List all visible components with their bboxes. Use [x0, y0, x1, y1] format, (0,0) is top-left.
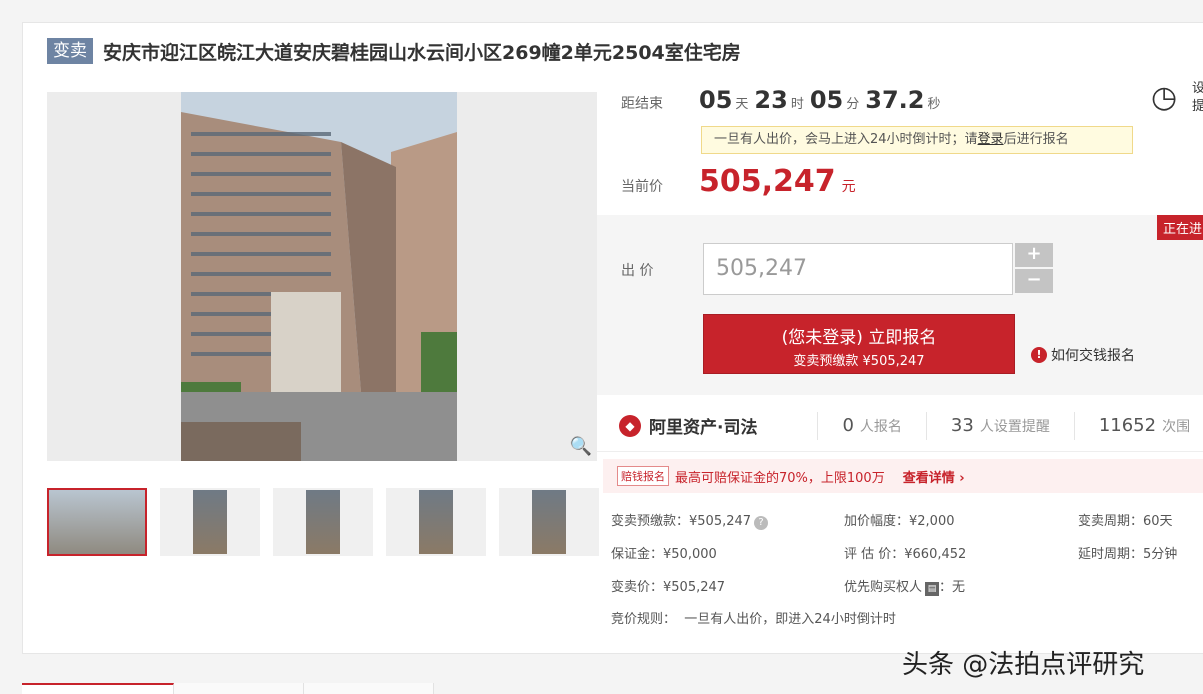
decrease-bid-button[interactable]: − — [1015, 269, 1053, 293]
countdown-days: 05 — [699, 86, 733, 114]
signup-button[interactable]: (您未登录) 立即报名 变卖预缴款 ¥505,247 — [703, 314, 1015, 374]
countdown-hours: 23 — [754, 86, 788, 114]
countdown-label: 距结束 — [621, 96, 663, 112]
thumbnail[interactable] — [386, 488, 486, 556]
current-price-unit: 元 — [841, 179, 856, 195]
listing-header: 变卖 安庆市迎江区皖江大道安庆碧桂园山水云间小区269幢2单元2504室住宅房 — [47, 36, 741, 66]
countdown-minutes: 05 — [809, 86, 844, 114]
ali-judicial-logo: ◆ 阿里资产·司法 — [619, 413, 757, 438]
signup-button-label: (您未登录) 立即报名 — [781, 328, 937, 348]
countdown: 距结束 05 天 23 时 05 分 37.2 秒 — [621, 86, 941, 114]
help-icon[interactable]: ? — [754, 516, 769, 530]
thumbnail[interactable] — [160, 488, 260, 556]
delay-period: 延时周期：5分钟 — [1078, 547, 1178, 562]
preemption: 优先购买权人 ▤ ：无 — [844, 580, 966, 596]
thumbnail-strip — [47, 488, 599, 556]
bid-label: 出 价 — [621, 263, 654, 279]
stats-row: ◆ 阿里资产·司法 0 人报名 33 人设置提醒 11652 次围 — [597, 400, 1203, 452]
reminder-label[interactable]: 设提 — [1192, 80, 1203, 116]
magnifier-icon[interactable]: 🔍 — [569, 435, 593, 459]
registrations-stat: 0 人报名 — [842, 415, 902, 436]
thumbnail[interactable] — [499, 488, 599, 556]
countdown-seconds: 37.2 — [865, 86, 925, 114]
bid-panel: 正在进 出 价 505,247 + − (您未登录) 立即报名 变卖预缴款 ¥5… — [597, 215, 1203, 395]
how-to-pay-link[interactable]: ! 如何交钱报名 — [1031, 345, 1135, 365]
status-badge: 正在进 — [1157, 215, 1203, 240]
bidding-rules: 竞价规则： 一旦有人出价，即进入24小时倒计时 — [611, 612, 896, 627]
views-stat: 11652 次围 — [1098, 415, 1191, 436]
guarantee: 保证金：¥50,000 — [611, 547, 717, 562]
login-link[interactable]: 登录 — [978, 132, 1004, 147]
sale-type-tag: 变卖 — [47, 38, 93, 64]
current-price-label: 当前价 — [621, 179, 663, 195]
document-icon[interactable]: ▤ — [925, 582, 940, 596]
alarm-clock-icon[interactable]: ◷ — [1151, 80, 1177, 115]
increment: 加价幅度：¥2,000 — [844, 514, 955, 529]
reminders-stat: 33 人设置提醒 — [950, 415, 1050, 436]
compensation-promo: 赔钱报名 最高可赔保证金的70%，上限100万 查看详情 › — [603, 459, 1203, 493]
current-price-value: 505,247 — [699, 164, 836, 199]
appraisal: 评 估 价：¥660,452 — [844, 547, 967, 562]
ali-logo-icon: ◆ — [619, 414, 641, 437]
bottom-tab[interactable] — [304, 683, 434, 694]
increase-bid-button[interactable]: + — [1015, 243, 1053, 267]
promo-details-link[interactable]: 查看详情 › — [903, 467, 965, 486]
thumbnail[interactable] — [273, 488, 373, 556]
main-photo-viewer[interactable]: 🔍 — [47, 92, 597, 461]
deposit-prepay: 变卖预缴款：¥505,247? — [611, 510, 769, 530]
bottom-tab[interactable] — [22, 683, 174, 694]
promo-text: 最高可赔保证金的70%，上限100万 — [675, 470, 885, 486]
sale-price: 变卖价：¥505,247 — [611, 580, 726, 595]
current-price: 当前价 505,247 元 — [621, 164, 856, 199]
building-illustration — [181, 92, 457, 461]
bottom-tab-bar — [22, 683, 1202, 694]
bid-notice: 一旦有人出价，会马上进入24小时倒计时；请登录后进行报名 — [701, 126, 1133, 154]
bid-amount-input[interactable]: 505,247 — [703, 243, 1013, 295]
building-photo — [181, 92, 457, 461]
info-icon: ! — [1031, 347, 1047, 363]
watermark: 头条 @法拍点评研究 — [902, 650, 1145, 680]
signup-button-deposit: 变卖预缴款 ¥505,247 — [793, 354, 925, 369]
sale-period: 变卖周期：60天 — [1078, 514, 1173, 529]
thumbnail[interactable] — [47, 488, 147, 556]
listing-title: 安庆市迎江区皖江大道安庆碧桂园山水云间小区269幢2单元2504室住宅房 — [103, 41, 741, 64]
bottom-tab[interactable] — [174, 683, 304, 694]
promo-tag: 赔钱报名 — [617, 466, 669, 486]
